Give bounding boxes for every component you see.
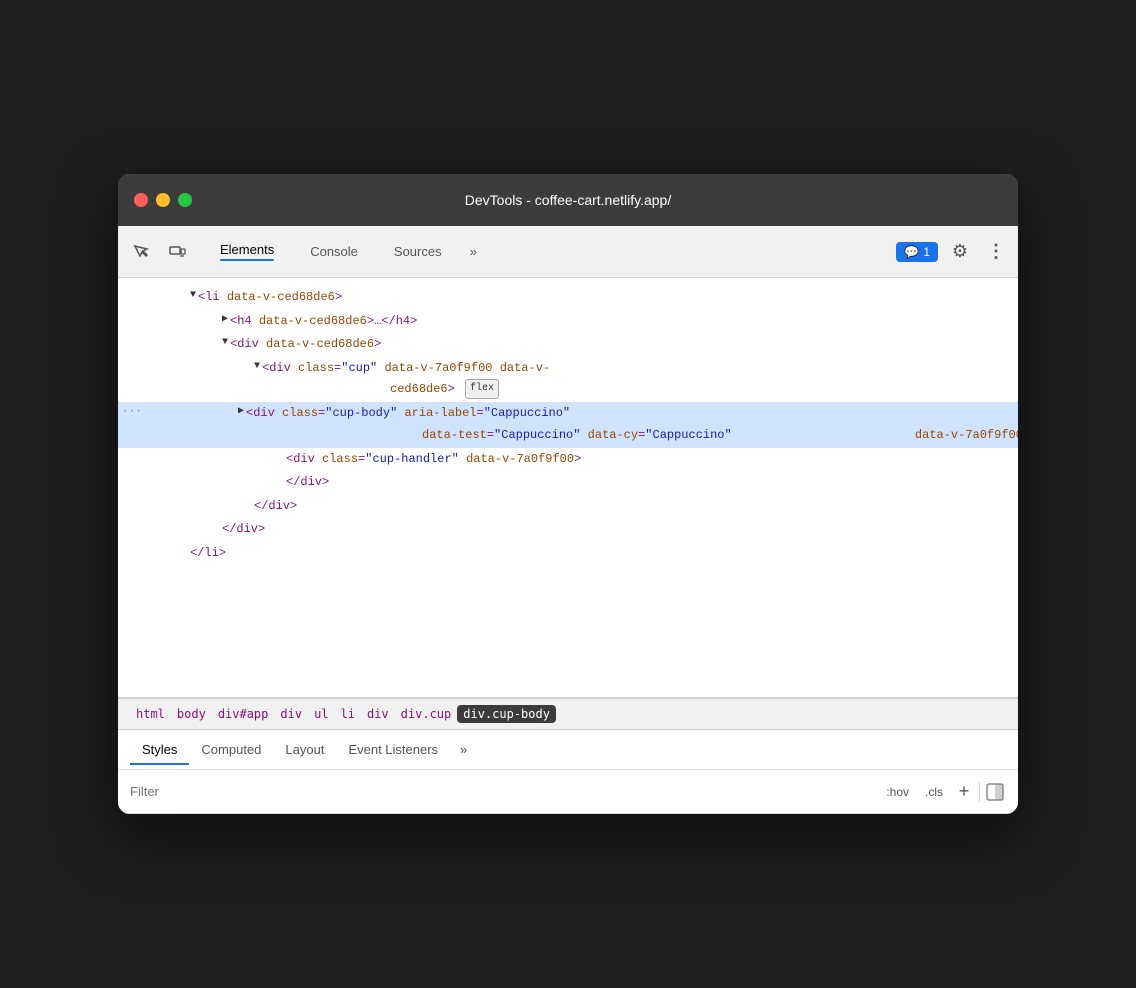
add-style-button[interactable]: + — [953, 781, 975, 803]
breadcrumb-body[interactable]: body — [171, 705, 212, 723]
tab-console[interactable]: Console — [294, 238, 374, 265]
title-bar: DevTools - coffee-cart.netlify.app/ — [118, 174, 1018, 226]
triangle-icon: ▼ — [254, 358, 260, 376]
breadcrumb-ul[interactable]: ul — [308, 705, 334, 723]
tab-layout[interactable]: Layout — [273, 734, 336, 765]
tab-bar: Elements Console Sources » 💬 1 ⚙ ⋮ — [118, 226, 1018, 278]
tab-computed[interactable]: Computed — [189, 734, 273, 765]
window-title: DevTools - coffee-cart.netlify.app/ — [465, 192, 671, 208]
filter-divider — [979, 782, 980, 802]
tree-line[interactable]: ▶ <h4 data-v-ced68de6>…</h4> — [118, 310, 1018, 334]
close-button[interactable] — [134, 193, 148, 207]
notification-count: 1 — [923, 245, 930, 259]
triangle-icon: ▼ — [190, 287, 196, 305]
settings-button[interactable]: ⚙ — [944, 236, 976, 268]
hov-filter-button[interactable]: :hov — [880, 783, 915, 801]
breadcrumb-divapp[interactable]: div#app — [212, 705, 275, 723]
styles-panel: Styles Computed Layout Event Listeners »… — [118, 730, 1018, 814]
filter-bar: :hov .cls + — [118, 770, 1018, 814]
more-button[interactable]: ⋮ — [982, 238, 1010, 266]
cls-filter-button[interactable]: .cls — [919, 783, 949, 801]
notification-icon: 💬 — [904, 245, 919, 259]
tree-line[interactable]: </li> — [118, 542, 1018, 566]
tree-line[interactable]: </div> — [118, 495, 1018, 519]
tab-styles[interactable]: Styles — [130, 734, 189, 765]
styles-tab-more[interactable]: » — [454, 738, 473, 761]
breadcrumb-div[interactable]: div — [274, 705, 308, 723]
tab-bar-right: 💬 1 ⚙ ⋮ — [896, 236, 1010, 268]
tree-line[interactable]: </div> — [118, 471, 1018, 495]
breadcrumb-div2[interactable]: div — [361, 705, 395, 723]
breadcrumb-li[interactable]: li — [335, 705, 361, 723]
color-swatch-button[interactable] — [984, 781, 1006, 803]
triangle-icon: ▼ — [222, 334, 228, 352]
tree-line[interactable]: ▼ <div data-v-ced68de6> — [118, 333, 1018, 357]
notification-badge[interactable]: 💬 1 — [896, 242, 938, 262]
traffic-lights — [134, 193, 192, 207]
maximize-button[interactable] — [178, 193, 192, 207]
breadcrumb-divcupbody[interactable]: div.cup-body — [457, 705, 556, 723]
breadcrumb: html body div#app div ul li div div.cup … — [118, 698, 1018, 730]
tab-elements[interactable]: Elements — [204, 236, 290, 267]
triangle-icon: ▶ — [238, 403, 244, 421]
minimize-button[interactable] — [156, 193, 170, 207]
filter-input[interactable] — [130, 784, 874, 799]
device-icon[interactable] — [162, 237, 192, 267]
triangle-icon: ▶ — [222, 311, 228, 329]
tree-line[interactable]: ▼ <div class="cup" data-v-7a0f9f00 data-… — [118, 357, 1018, 402]
tab-bar-icons — [126, 237, 192, 267]
tab-more-button[interactable]: » — [462, 240, 485, 263]
tree-line-selected[interactable]: ··· ▶ <div class="cup-body" aria-label="… — [118, 402, 1018, 447]
html-tree: ▼ <li data-v-ced68de6> ▶ <h4 data-v-ced6… — [118, 278, 1018, 698]
breadcrumb-html[interactable]: html — [130, 705, 171, 723]
tree-line[interactable]: <div class="cup-handler" data-v-7a0f9f00… — [118, 448, 1018, 472]
styles-tabs: Styles Computed Layout Event Listeners » — [118, 730, 1018, 770]
tab-event-listeners[interactable]: Event Listeners — [336, 734, 450, 765]
filter-buttons: :hov .cls + — [880, 781, 1006, 803]
tab-sources[interactable]: Sources — [378, 238, 458, 265]
tree-line[interactable]: ▼ <li data-v-ced68de6> — [118, 286, 1018, 310]
tree-line[interactable]: </div> — [118, 518, 1018, 542]
breadcrumb-divcup[interactable]: div.cup — [395, 705, 458, 723]
inspect-icon[interactable] — [126, 237, 156, 267]
devtools-window: DevTools - coffee-cart.netlify.app/ Elem… — [118, 174, 1018, 814]
